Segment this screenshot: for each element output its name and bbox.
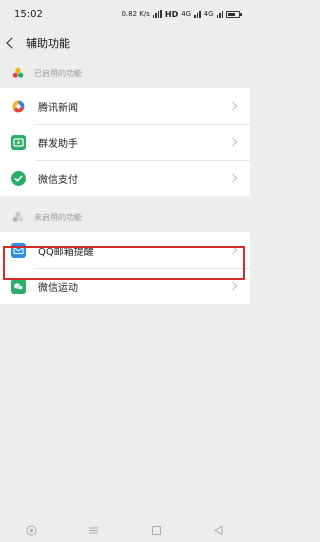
list-item-label: 腾讯新闻: [38, 102, 78, 114]
chevron-right-icon: [228, 245, 238, 255]
section-header-label: 未启用的功能: [34, 212, 82, 222]
status-icons: 0.82 K/s HD 4G 4G: [121, 9, 242, 19]
list-item-label: 群发助手: [38, 138, 78, 150]
chevron-right-icon: [228, 173, 238, 183]
page-title: 辅助功能: [26, 37, 70, 50]
mail-icon: [11, 242, 26, 258]
section-header-enabled: 已启用的功能: [0, 58, 250, 88]
hd-label: HD: [164, 9, 179, 19]
three-dots-cluster-gray-icon: [12, 211, 24, 222]
list-item-broadcast[interactable]: 群发助手: [0, 124, 250, 160]
chevron-right-icon: [228, 101, 238, 111]
signal-icon-1: [194, 10, 201, 18]
three-dots-cluster-icon: [12, 67, 24, 78]
network-label-2: 4G: [203, 10, 214, 18]
system-nav-bar: [0, 518, 250, 542]
battery-icon: [226, 10, 242, 18]
status-time: 15:02: [14, 8, 43, 20]
list-item-wechat-sport[interactable]: 微信运动: [0, 268, 250, 304]
section-header-disabled: 未启用的功能: [0, 202, 250, 232]
back-triangle-icon[interactable]: [213, 524, 225, 536]
list-item-tencent-news[interactable]: 腾讯新闻: [0, 88, 250, 124]
chevron-right-icon: [228, 281, 238, 291]
chevron-right-icon: [228, 137, 238, 147]
section-header-label: 已启用的功能: [34, 68, 82, 78]
list-item-label: QQ邮箱提醒: [38, 246, 94, 258]
nav-bar: 辅助功能: [0, 28, 250, 58]
signal-icon-2: [216, 10, 223, 18]
network-label-1: 4G: [181, 10, 192, 18]
wechat-pay-icon: [11, 170, 26, 186]
list-item-label: 微信支付: [38, 174, 78, 186]
tencent-news-icon: [11, 99, 26, 114]
assistant-icon[interactable]: [25, 524, 37, 536]
signal-icon: [152, 10, 162, 18]
list-item-label: 微信运动: [38, 282, 78, 294]
home-square-icon[interactable]: [150, 524, 162, 536]
net-speed: 0.82 K/s: [121, 10, 150, 18]
menu-icon[interactable]: [88, 524, 100, 536]
broadcast-icon: [11, 134, 26, 150]
status-bar: 15:02 0.82 K/s HD 4G 4G: [0, 0, 250, 28]
back-icon[interactable]: [6, 37, 18, 49]
list-item-qq-mail[interactable]: QQ邮箱提醒: [0, 232, 250, 268]
wechat-sport-icon: [11, 278, 26, 294]
battery-fill: [228, 12, 235, 16]
disabled-list: QQ邮箱提醒 微信运动: [0, 232, 250, 304]
list-item-wechat-pay[interactable]: 微信支付: [0, 160, 250, 196]
enabled-list: 腾讯新闻 群发助手 微信支付: [0, 88, 250, 196]
